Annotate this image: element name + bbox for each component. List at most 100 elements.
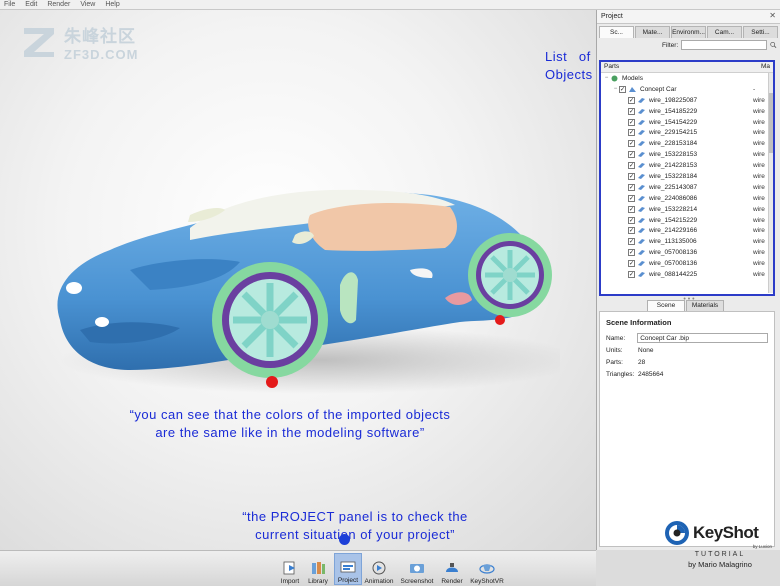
tree-item-label: wire_229154215	[649, 129, 698, 137]
tree-item-material: wire	[753, 96, 765, 104]
tree-header-parts[interactable]: Parts	[604, 63, 619, 72]
tree-item-label: wire_088144225	[649, 270, 698, 278]
screenshot-button[interactable]: Screenshot	[400, 553, 434, 585]
animation-button[interactable]: Animation	[364, 553, 394, 585]
menu-item-view[interactable]: View	[80, 1, 95, 8]
front-wheel	[212, 262, 328, 378]
tree-part-row[interactable]: ✓ wire_154154229 wire	[601, 117, 773, 128]
animation-icon	[372, 561, 386, 575]
tree-item-material: wire	[753, 151, 765, 159]
tree-part-row[interactable]: ✓ wire_225143087 wire	[601, 182, 773, 193]
visibility-checkbox[interactable]: ✓	[628, 205, 635, 213]
tree-part-row[interactable]: ✓ wire_088144225 wire	[601, 269, 773, 280]
menu-item-edit[interactable]: Edit	[25, 1, 37, 8]
pointer-dot	[339, 534, 350, 545]
tree-part-row[interactable]: ✓ wire_057008136 wire	[601, 247, 773, 258]
menu-item-render[interactable]: Render	[47, 1, 70, 8]
tree-item-material: wire	[753, 227, 765, 235]
tree-item-label: wire_225143087	[649, 183, 698, 191]
screenshot-icon	[410, 564, 424, 573]
concept-car-model[interactable]	[40, 170, 560, 400]
part-icon	[638, 152, 645, 158]
import-button[interactable]: Import	[278, 553, 302, 585]
parts-tree[interactable]: Parts Ma − Models − ✓ Concept Car - ✓ wire_1982…	[599, 60, 775, 296]
visibility-checkbox[interactable]: ✓	[628, 216, 635, 224]
filter-input[interactable]	[681, 40, 768, 50]
visibility-checkbox[interactable]: ✓	[628, 118, 635, 126]
visibility-checkbox[interactable]: ✓	[628, 140, 635, 148]
tree-part-row[interactable]: ✓ wire_153228184 wire	[601, 171, 773, 182]
tree-part-row[interactable]: ✓ wire_057008136 wire	[601, 258, 773, 269]
tree-part-row[interactable]: ✓ wire_153228214 wire	[601, 204, 773, 215]
tab-scene[interactable]: Sc...	[599, 26, 634, 38]
tree-part-row[interactable]: ✓ wire_228153184 wire	[601, 138, 773, 149]
tree-part-row[interactable]: ✓ wire_113135006 wire	[601, 236, 773, 247]
menu-item-file[interactable]: File	[4, 1, 15, 8]
annotation-colors: “you can see that the colors of the impo…	[100, 406, 480, 442]
render-viewport[interactable]: 朱峰社区 ZF3D.COM List of Objects “you can s…	[0, 10, 596, 550]
tree-item-label: wire_214228153	[649, 162, 698, 170]
panel-title: Project ✕	[597, 10, 780, 24]
render-button[interactable]: Render	[439, 553, 465, 585]
scene-name-field[interactable]: Concept Car .bip	[637, 333, 768, 343]
tree-part-row[interactable]: ✓ wire_214228153 wire	[601, 160, 773, 171]
tree-item-material: wire	[753, 118, 765, 126]
tree-model-row[interactable]: − ✓ Concept Car -	[601, 84, 773, 95]
visibility-checkbox[interactable]: ✓	[628, 194, 635, 202]
tree-part-row[interactable]: ✓ wire_154215229 wire	[601, 215, 773, 226]
annotation-project-line1: “the PROJECT panel is to check the	[242, 509, 468, 524]
keyshotvr-icon	[479, 564, 495, 574]
tab-settings[interactable]: Setti...	[743, 26, 778, 38]
tree-header: Parts Ma	[601, 62, 773, 73]
tree-part-row[interactable]: ✓ wire_229154215 wire	[601, 127, 773, 138]
tab-scene-info[interactable]: Scene	[647, 300, 685, 311]
info-triangles-row: Triangles: 2485664	[606, 370, 664, 378]
project-icon	[340, 561, 356, 573]
tree-expander[interactable]: −	[603, 75, 610, 81]
tree-item-label: wire_154215229	[649, 216, 698, 224]
tab-materials-info[interactable]: Materials	[686, 300, 724, 311]
visibility-checkbox[interactable]: ✓	[628, 183, 635, 191]
visibility-checkbox[interactable]: ✓	[628, 107, 635, 115]
tree-part-row[interactable]: ✓ wire_224086086 wire	[601, 193, 773, 204]
visibility-checkbox[interactable]: ✓	[628, 249, 635, 257]
menu-item-help[interactable]: Help	[105, 1, 119, 8]
project-button[interactable]: Project	[334, 553, 362, 585]
tree-part-row[interactable]: ✓ wire_198225087 wire	[601, 95, 773, 106]
visibility-checkbox[interactable]: ✓	[628, 227, 635, 235]
close-icon[interactable]: ✕	[769, 11, 776, 20]
library-button[interactable]: Library	[305, 553, 331, 585]
tree-item-material: wire	[753, 194, 765, 202]
visibility-checkbox[interactable]: ✓	[628, 238, 635, 246]
visibility-checkbox[interactable]: ✓	[628, 162, 635, 170]
tree-scroll-thumb[interactable]	[769, 93, 773, 153]
visibility-checkbox[interactable]: ✓	[628, 151, 635, 159]
visibility-checkbox[interactable]: ✓	[628, 270, 635, 278]
tree-header-material[interactable]: Ma	[761, 63, 770, 72]
tab-materials[interactable]: Mate...	[635, 26, 670, 38]
visibility-checkbox[interactable]: ✓	[628, 172, 635, 180]
render-icon	[446, 563, 458, 572]
keyshotvr-button[interactable]: KeyShotVR	[469, 553, 505, 585]
part-icon	[638, 195, 645, 201]
tree-expander[interactable]: −	[612, 86, 619, 92]
tree-part-row[interactable]: ✓ wire_154185229 wire	[601, 106, 773, 117]
tree-item-label: wire_198225087	[649, 96, 698, 104]
tab-environment[interactable]: Environm...	[671, 26, 706, 38]
tree-part-row[interactable]: ✓ wire_153228153 wire	[601, 149, 773, 160]
visibility-checkbox[interactable]: ✓	[628, 260, 635, 268]
visibility-checkbox[interactable]: ✓	[628, 129, 635, 137]
tab-camera[interactable]: Cam...	[707, 26, 742, 38]
tree-scrollbar[interactable]	[768, 73, 773, 293]
red-marker-rear	[495, 315, 505, 325]
visibility-checkbox[interactable]: ✓	[628, 96, 635, 104]
filter-label: Filter:	[662, 41, 679, 49]
tree-models-row[interactable]: − Models	[601, 73, 773, 84]
part-icon	[638, 271, 645, 277]
tree-part-row[interactable]: ✓ wire_214229166 wire	[601, 225, 773, 236]
search-icon[interactable]	[770, 40, 777, 50]
tree-item-material: wire	[753, 129, 765, 137]
tree-item-label: wire_153228184	[649, 172, 698, 180]
visibility-checkbox[interactable]: ✓	[619, 85, 626, 93]
tree-item-label: wire_224086086	[649, 194, 698, 202]
